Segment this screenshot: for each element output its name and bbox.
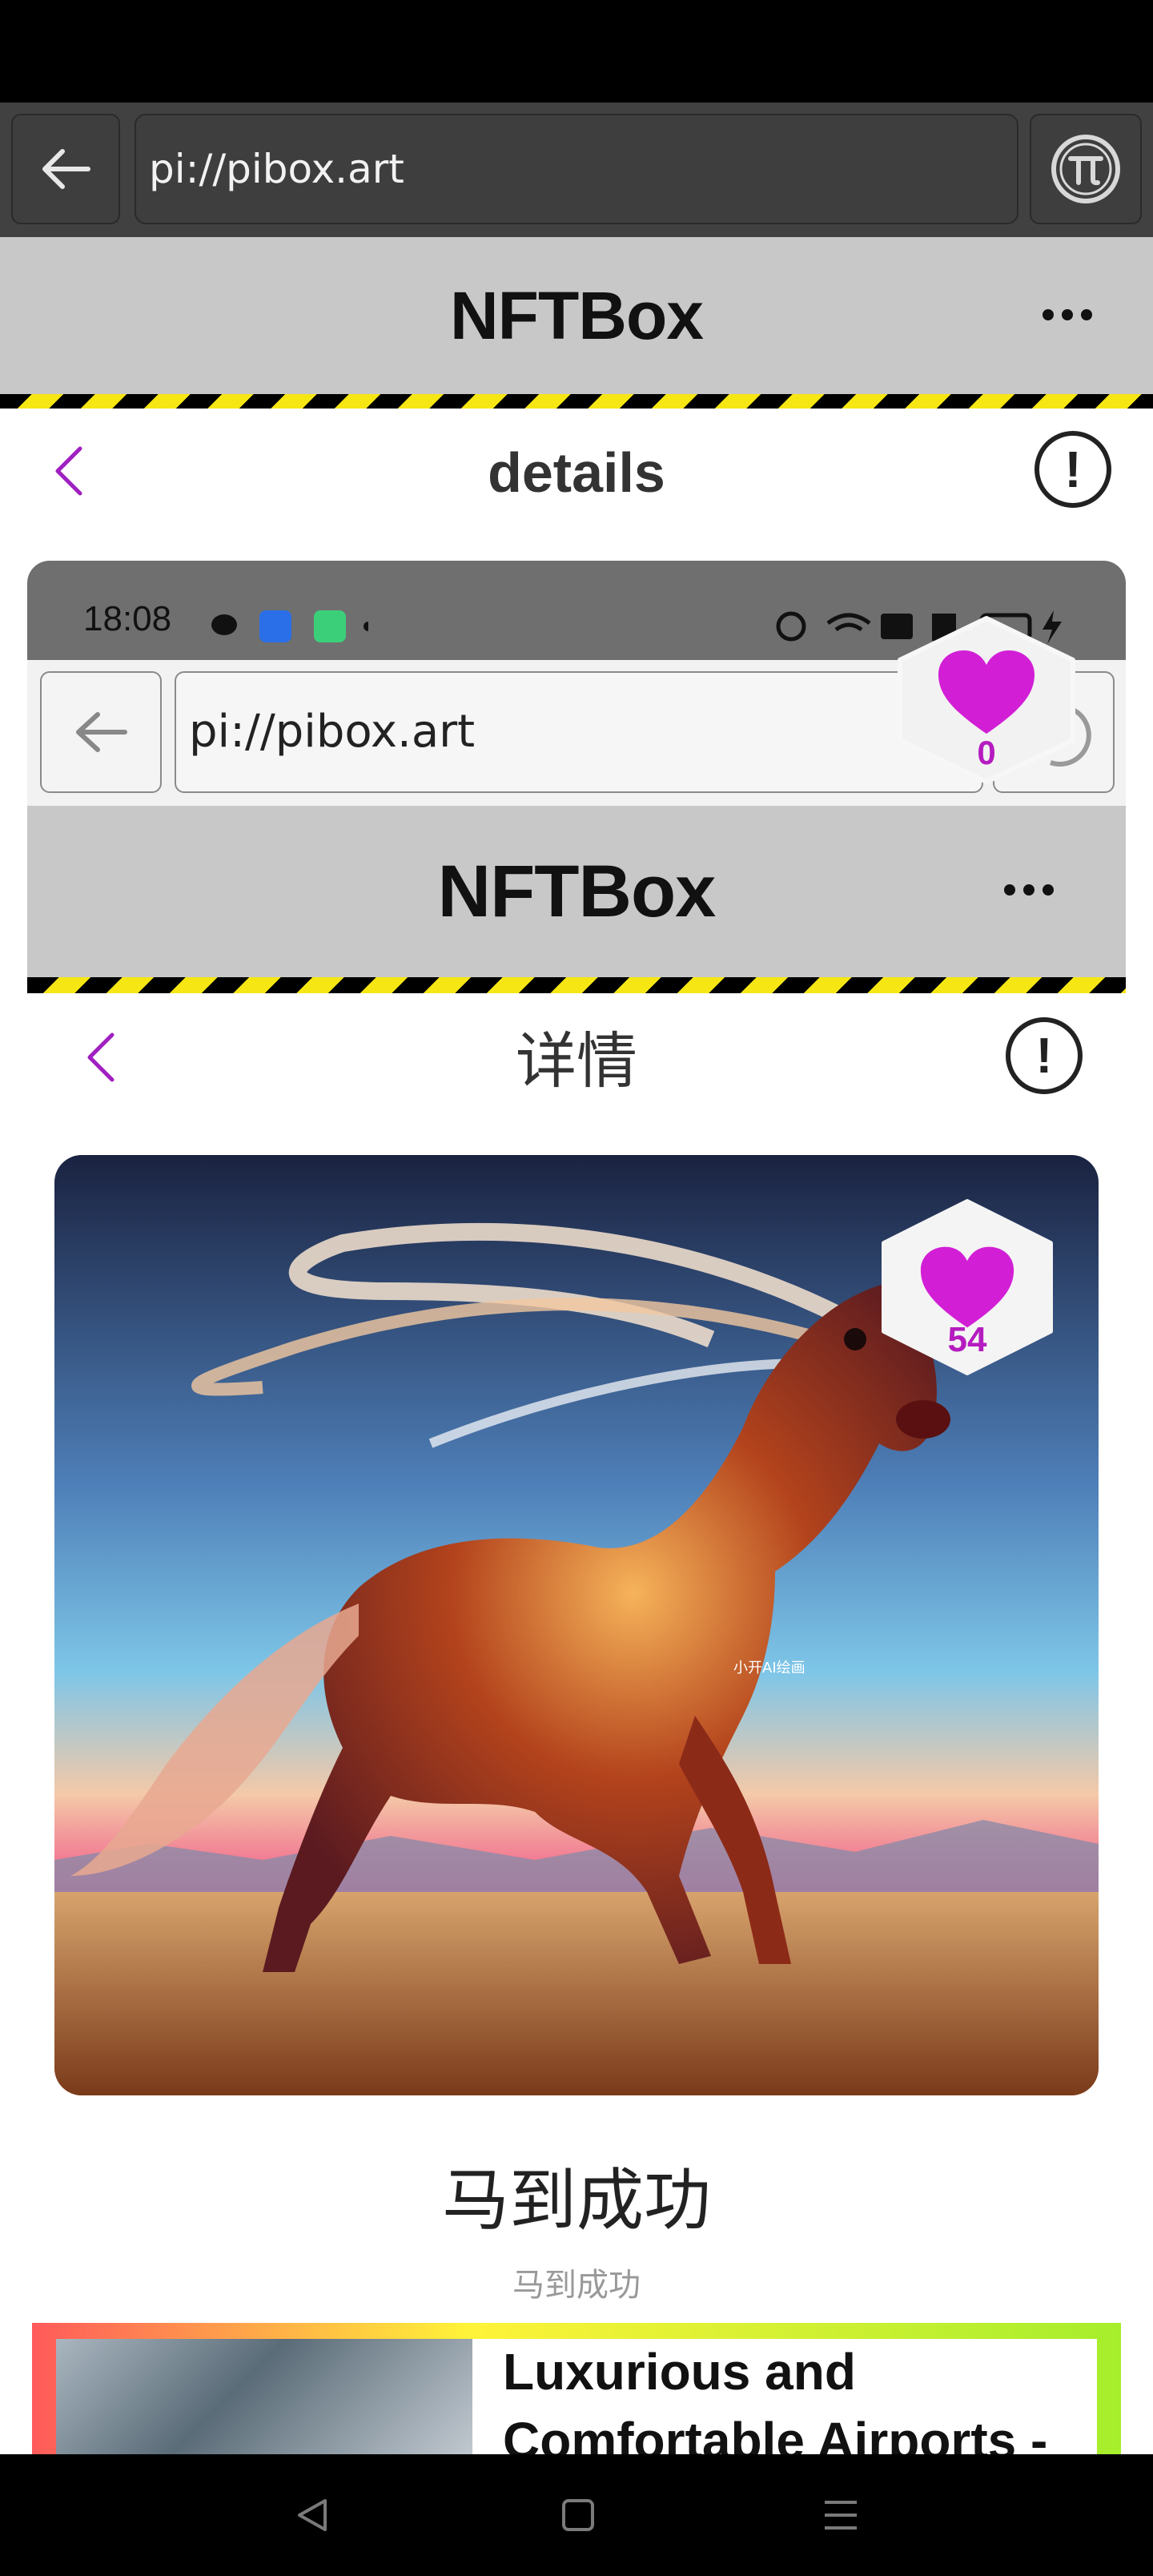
info-circle-icon[interactable]: ! (1034, 431, 1111, 508)
embedded-app-title: NFTBox (437, 851, 717, 932)
artwork-watermark: 小开AI绘画 (733, 1660, 805, 1676)
info-circle-icon: ! (1006, 1017, 1083, 1094)
embedded-hazard-stripe (27, 977, 1126, 993)
embedded-status-time: 18:08 (83, 599, 172, 638)
embedded-back-button (40, 671, 162, 793)
nft-subtitle: 马到成功 (512, 2267, 641, 2304)
more-dots-icon[interactable] (1043, 309, 1092, 320)
browser-url-field[interactable]: pi://pibox.art (135, 114, 1018, 224)
lines-menu-icon[interactable] (822, 2496, 860, 2534)
artwork-like-button[interactable]: 54 (879, 1198, 1055, 1376)
square-home-icon[interactable] (560, 2498, 596, 2533)
arrow-left-icon (76, 712, 127, 752)
heart-icon (938, 650, 1034, 734)
more-dots-icon (1004, 884, 1054, 896)
artwork-like-count: 54 (947, 1320, 987, 1359)
pi-logo-icon (1051, 135, 1120, 203)
page-title: details (488, 441, 665, 504)
nft-title: 马到成功 (441, 2161, 711, 2240)
status-bar (0, 0, 1153, 103)
like-count: 0 (977, 734, 996, 771)
app-title: NFTBox (450, 278, 704, 353)
pi-browser-button[interactable] (1030, 114, 1142, 224)
browser-back-button[interactable] (11, 114, 120, 224)
arrow-left-icon (42, 149, 90, 189)
heart-icon (920, 1246, 1014, 1328)
floating-like-button[interactable]: 0 (892, 615, 1081, 785)
embedded-page-title: 详情 (516, 1025, 637, 1097)
triangle-back-icon[interactable] (293, 2496, 331, 2534)
embedded-url-field: pi://pibox.art (175, 671, 983, 793)
hazard-stripe-divider (0, 394, 1153, 409)
app-notification-icons (211, 610, 368, 642)
